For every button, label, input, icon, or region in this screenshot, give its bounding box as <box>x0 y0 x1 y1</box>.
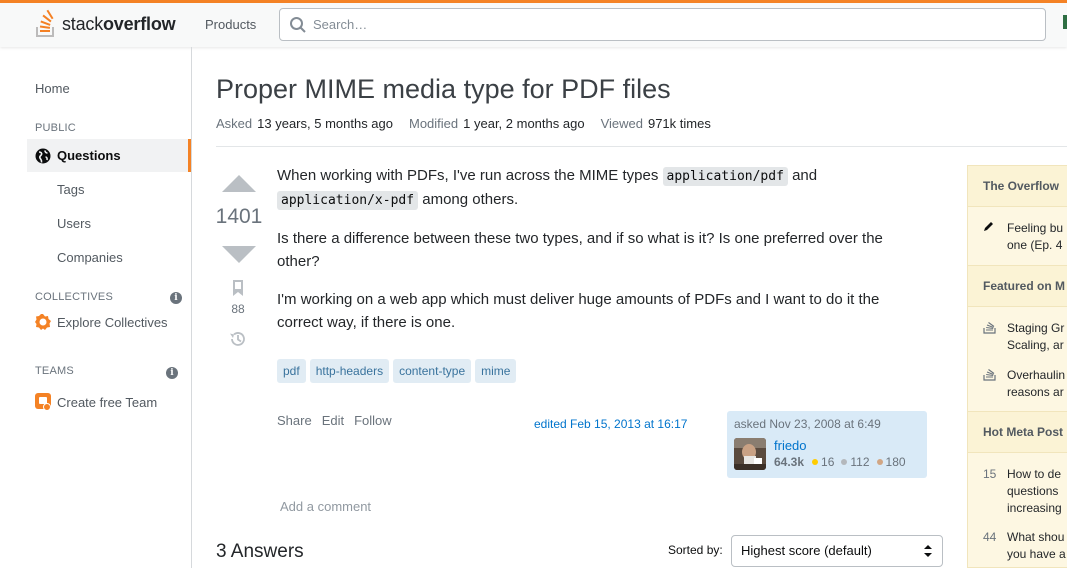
history-icon[interactable] <box>228 329 248 349</box>
header-divider <box>216 146 1067 147</box>
stack-logo-icon <box>36 9 54 37</box>
owner-asked-date: asked Nov 23, 2008 at 6:49 <box>734 417 881 431</box>
search-icon <box>290 16 306 33</box>
bronze-badge-icon <box>876 459 883 465</box>
meta-asked-label: Asked <box>216 116 253 131</box>
collectives-icon <box>35 314 51 330</box>
teams-info-icon[interactable]: i <box>166 367 178 379</box>
post-menu: Share Edit Follow <box>277 413 402 428</box>
bookmark-count: 88 <box>231 302 245 316</box>
nav-questions-label: Questions <box>57 148 121 163</box>
blog-item-text: Feeling bu one (Ep. 4 <box>1007 221 1064 252</box>
gold-badge-count: 16 <box>821 455 835 469</box>
meta-viewed-value: 971k times <box>647 116 711 131</box>
answers-count: 3 Answers <box>216 541 304 562</box>
gold-badge-icon <box>812 459 819 465</box>
sorted-by-label: Sorted by: <box>668 543 723 557</box>
inline-code: application/pdf <box>662 167 788 186</box>
nav-questions[interactable]: Questions <box>27 139 191 172</box>
edited-link[interactable]: edited Feb 15, 2013 at 16:17 <box>534 417 687 431</box>
meta-viewed-label: Viewed <box>600 116 643 131</box>
follow-button[interactable]: Follow <box>354 413 392 428</box>
question-title[interactable]: Proper MIME media type for PDF files <box>216 74 671 105</box>
nav-section-collectives: COLLECTIVES <box>35 291 114 303</box>
top-bar: stackoverflow Products <box>0 0 1067 47</box>
featured-meta-header: Featured on M <box>968 265 1067 307</box>
featured-item-2-text: Overhaulin reasons ar <box>1007 368 1066 399</box>
logo-text: stackoverflow <box>62 13 176 34</box>
upvote-button[interactable] <box>222 175 256 192</box>
meta-asked-value: 13 years, 5 months ago <box>257 116 393 131</box>
nav-home[interactable]: Home <box>35 81 70 96</box>
sort-select[interactable]: Highest score (default) <box>731 535 943 567</box>
meta-modified-value[interactable]: 1 year, 2 months ago <box>463 116 584 131</box>
teams-icon <box>35 393 51 411</box>
nav-companies[interactable]: Companies <box>57 250 123 265</box>
meta-modified-label: Modified <box>409 116 459 131</box>
avatar[interactable] <box>734 438 766 470</box>
hot-meta-item-2-text: What shou you have a <box>1007 530 1066 561</box>
globe-icon <box>35 148 51 163</box>
stack-icon <box>983 320 999 354</box>
nav-section-teams: TEAMS <box>35 365 74 377</box>
owner-card: asked Nov 23, 2008 at 6:49 friedo 64.3k … <box>727 411 927 478</box>
products-menu[interactable]: Products <box>197 9 264 39</box>
vote-count: 1401 <box>215 205 263 228</box>
hot-meta-item-1[interactable]: 15 How to de questions increasing <box>983 466 1067 517</box>
blog-item[interactable]: Feeling bu one (Ep. 4 <box>983 220 1067 254</box>
tag-http-headers[interactable]: http-headers <box>309 359 390 383</box>
nav-explore-collectives-label: Explore Collectives <box>57 314 168 330</box>
silver-badge-icon <box>841 459 848 465</box>
owner-stats: 64.3k 16 112 180 <box>774 455 906 469</box>
nav-explore-collectives[interactable]: Explore Collectives <box>35 314 168 330</box>
stack-icon <box>983 367 999 401</box>
tag-pdf[interactable]: pdf <box>277 359 306 383</box>
left-sidebar: Home PUBLIC Questions Tags Users Compani… <box>0 47 192 568</box>
pencil-icon <box>983 220 999 254</box>
body-paragraph-2: Is there a difference between these two … <box>277 230 883 270</box>
right-sidebar-widget: The Overflow Feeling bu one (Ep. 4 Featu… <box>967 165 1067 568</box>
inbox-icon[interactable] <box>1063 15 1067 29</box>
question-body: When working with PDFs, I've run across … <box>277 165 917 350</box>
tag-list: pdf http-headers content-type mime <box>277 359 520 383</box>
search-input[interactable] <box>313 17 1013 32</box>
owner-reputation: 64.3k <box>774 455 805 469</box>
select-caret-icon <box>924 545 932 557</box>
hot-meta-item-1-score: 15 <box>983 467 997 481</box>
question-meta: Asked 13 years, 5 months ago Modified 1 … <box>216 116 727 131</box>
nav-section-public: PUBLIC <box>35 122 76 134</box>
nav-create-team[interactable]: Create free Team <box>35 393 157 411</box>
featured-item-1[interactable]: Staging Gr Scaling, ar <box>983 320 1067 354</box>
silver-badge-count: 112 <box>850 455 870 469</box>
nav-create-team-label: Create free Team <box>57 394 158 410</box>
featured-item-1-text: Staging Gr Scaling, ar <box>1007 321 1065 352</box>
overflow-blog-header: The Overflow <box>968 165 1067 207</box>
body-paragraph-1: When working with PDFs, I've run across … <box>277 167 818 210</box>
nav-users[interactable]: Users <box>57 216 91 231</box>
hot-meta-item-2[interactable]: 44 What shou you have a <box>983 529 1067 563</box>
hot-meta-header: Hot Meta Post <box>968 411 1067 453</box>
tag-mime[interactable]: mime <box>475 359 517 383</box>
search-box[interactable] <box>279 8 1046 41</box>
avatar-image <box>734 438 766 470</box>
bronze-badge-count: 180 <box>885 455 906 469</box>
body-paragraph-3: I'm working on a web app which must deli… <box>277 291 880 331</box>
share-link[interactable]: Share <box>277 413 312 428</box>
owner-username[interactable]: friedo <box>774 438 807 453</box>
hot-meta-item-1-text: How to de questions increasing <box>1007 467 1062 515</box>
hot-meta-item-2-score: 44 <box>983 530 997 544</box>
sort-select-value: Highest score (default) <box>741 543 872 558</box>
nav-tags[interactable]: Tags <box>57 182 84 197</box>
tag-content-type[interactable]: content-type <box>393 359 472 383</box>
stackoverflow-logo[interactable]: stackoverflow <box>34 9 176 39</box>
downvote-button[interactable] <box>222 246 256 263</box>
add-comment-link[interactable]: Add a comment <box>280 499 371 514</box>
bookmark-icon[interactable] <box>232 280 244 296</box>
edit-link[interactable]: Edit <box>322 413 344 428</box>
collectives-info-icon[interactable]: i <box>170 292 182 304</box>
featured-item-2[interactable]: Overhaulin reasons ar <box>983 367 1067 401</box>
inline-code: application/x-pdf <box>277 190 419 210</box>
